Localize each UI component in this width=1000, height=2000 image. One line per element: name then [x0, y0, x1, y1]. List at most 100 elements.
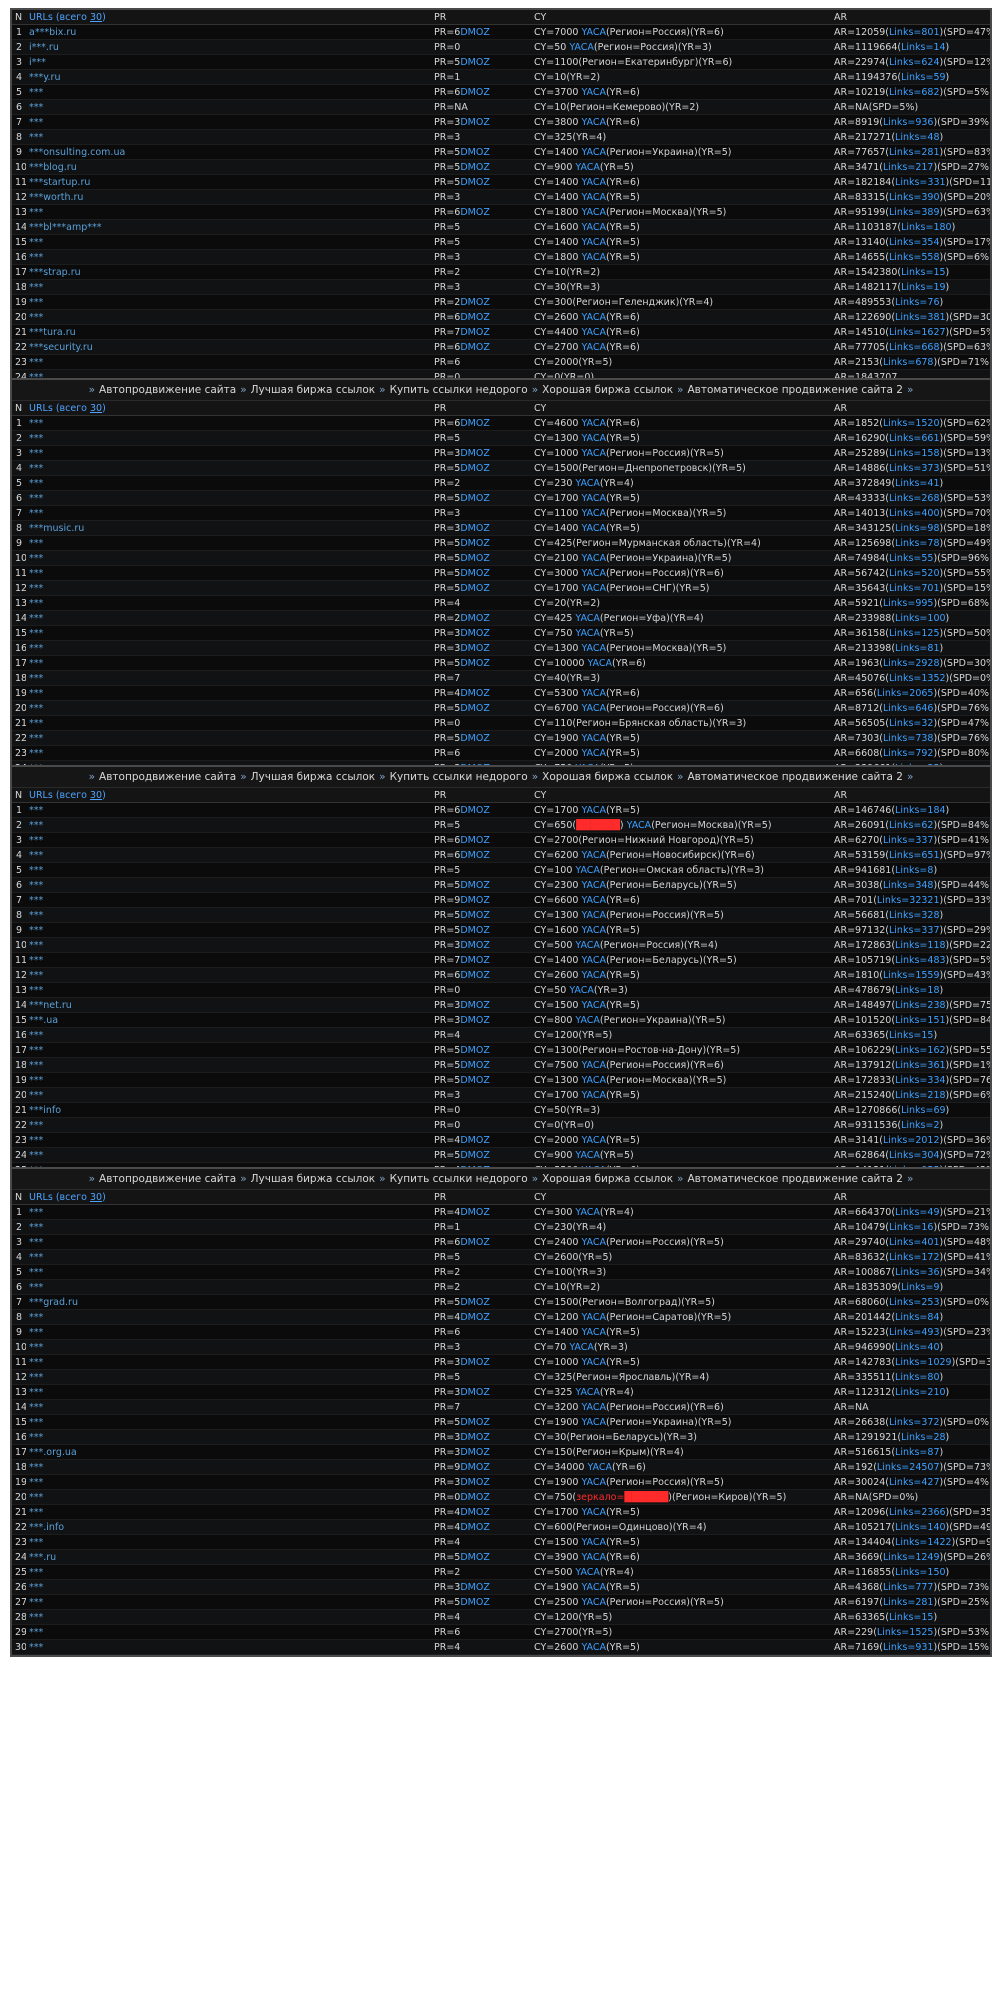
url-cell[interactable]: ***: [26, 475, 431, 491]
links-count[interactable]: Links=2928: [883, 658, 940, 669]
site-url-link[interactable]: ***: [29, 1222, 43, 1233]
links-count[interactable]: Links=24507: [877, 1462, 940, 1473]
site-url-link[interactable]: ***: [29, 910, 43, 921]
url-cell[interactable]: ***: [26, 1429, 431, 1445]
url-cell[interactable]: ***: [26, 700, 431, 716]
links-count[interactable]: Links=646: [883, 703, 934, 714]
links-count[interactable]: Links=331: [895, 177, 946, 188]
col-header-urls[interactable]: URLs (всего 30): [26, 10, 431, 25]
site-url-link[interactable]: ***: [29, 1252, 43, 1263]
url-cell[interactable]: ***worth.ru: [26, 189, 431, 205]
url-cell[interactable]: ***: [26, 430, 431, 446]
site-url-link[interactable]: ***: [29, 1612, 43, 1623]
url-cell[interactable]: ***: [26, 1474, 431, 1490]
links-count[interactable]: Links=15: [901, 267, 945, 278]
url-cell[interactable]: ***grad.ru: [26, 1294, 431, 1310]
site-url-link[interactable]: ***music.ru: [29, 523, 84, 534]
url-cell[interactable]: ***: [26, 1609, 431, 1625]
site-url-link[interactable]: ***: [29, 568, 43, 579]
links-count[interactable]: Links=184: [895, 805, 946, 816]
links-count[interactable]: Links=931: [883, 1642, 934, 1653]
links-count[interactable]: Links=9: [901, 1282, 939, 1293]
site-url-link[interactable]: ***: [29, 1372, 43, 1383]
url-cell[interactable]: ***: [26, 460, 431, 476]
links-count[interactable]: Links=55: [889, 553, 933, 564]
links-count[interactable]: Links=32321: [877, 895, 940, 906]
links-count[interactable]: Links=493: [889, 1327, 940, 1338]
url-cell[interactable]: ***music.ru: [26, 520, 431, 536]
url-cell[interactable]: ***strap.ru: [26, 264, 431, 280]
urls-count-link[interactable]: 30: [90, 790, 102, 801]
url-cell[interactable]: ***: [26, 415, 431, 431]
links-count[interactable]: Links=8: [895, 865, 933, 876]
site-url-link[interactable]: ***: [29, 1462, 43, 1473]
site-url-link[interactable]: ***: [29, 1417, 43, 1428]
url-cell[interactable]: ***: [26, 249, 431, 265]
site-url-link[interactable]: ***: [29, 1582, 43, 1593]
site-url-link[interactable]: ***: [29, 87, 43, 98]
url-cell[interactable]: ***: [26, 862, 431, 878]
url-cell[interactable]: ***: [26, 1324, 431, 1340]
links-count[interactable]: Links=1422: [895, 1537, 952, 1548]
url-cell[interactable]: ***: [26, 1057, 431, 1073]
site-url-link[interactable]: ***info: [29, 1105, 61, 1116]
site-url-link[interactable]: ***blog.ru: [29, 162, 77, 173]
site-url-link[interactable]: ***: [29, 733, 43, 744]
site-url-link[interactable]: ***tura.ru: [29, 327, 76, 338]
col-header-urls[interactable]: URLs (всего 30): [26, 401, 431, 416]
url-cell[interactable]: ***: [26, 99, 431, 115]
links-count[interactable]: Links=172: [889, 1252, 940, 1263]
links-count[interactable]: Links=118: [895, 940, 946, 951]
url-cell[interactable]: ***bl***amp***: [26, 219, 431, 235]
links-count[interactable]: Links=682: [889, 87, 940, 98]
links-count[interactable]: Links=337: [883, 835, 934, 846]
links-count[interactable]: Links=624: [889, 57, 940, 68]
site-url-link[interactable]: ***: [29, 880, 43, 891]
url-cell[interactable]: ***blog.ru: [26, 159, 431, 175]
site-url-link[interactable]: ***: [29, 418, 43, 429]
nav-link[interactable]: Купить ссылки недорого: [390, 771, 528, 783]
site-url-link[interactable]: ***y.ru: [29, 72, 60, 83]
links-count[interactable]: Links=62: [889, 820, 933, 831]
links-count[interactable]: Links=483: [895, 955, 946, 966]
url-cell[interactable]: ***: [26, 1117, 431, 1133]
site-url-link[interactable]: ***: [29, 1045, 43, 1056]
url-cell[interactable]: ***: [26, 1504, 431, 1520]
url-cell[interactable]: ***: [26, 1219, 431, 1235]
site-url-link[interactable]: ***: [29, 1597, 43, 1608]
links-count[interactable]: Links=59: [901, 72, 945, 83]
site-url-link[interactable]: ***: [29, 1135, 43, 1146]
site-url-link[interactable]: ***: [29, 1120, 43, 1131]
site-url-link[interactable]: ***: [29, 583, 43, 594]
url-cell[interactable]: ***net.ru: [26, 997, 431, 1013]
site-url-link[interactable]: ***bl***amp***: [29, 222, 102, 233]
links-count[interactable]: Links=125: [889, 628, 940, 639]
site-url-link[interactable]: ***: [29, 1207, 43, 1218]
links-count[interactable]: Links=78: [895, 538, 939, 549]
links-count[interactable]: Links=427: [889, 1477, 940, 1488]
site-url-link[interactable]: ***: [29, 925, 43, 936]
nav-link[interactable]: Хорошая биржа ссылок: [542, 1173, 673, 1185]
urls-count-link[interactable]: 30: [90, 1192, 102, 1203]
links-count[interactable]: Links=15: [889, 1030, 933, 1041]
links-count[interactable]: Links=81: [895, 643, 939, 654]
site-url-link[interactable]: ***onsulting.com.ua: [29, 147, 125, 158]
url-cell[interactable]: ***startup.ru: [26, 174, 431, 190]
site-url-link[interactable]: ***: [29, 1030, 43, 1041]
site-url-link[interactable]: ***: [29, 805, 43, 816]
site-url-link[interactable]: ***: [29, 895, 43, 906]
site-url-link[interactable]: ***: [29, 508, 43, 519]
url-cell[interactable]: ***: [26, 1624, 431, 1640]
url-cell[interactable]: ***: [26, 1309, 431, 1325]
links-count[interactable]: Links=801: [889, 27, 940, 38]
site-url-link[interactable]: ***: [29, 207, 43, 218]
url-cell[interactable]: ***: [26, 802, 431, 818]
links-count[interactable]: Links=373: [889, 463, 940, 474]
links-count[interactable]: Links=16: [889, 1222, 933, 1233]
nav-link[interactable]: Хорошая биржа ссылок: [542, 384, 673, 396]
links-count[interactable]: Links=1627: [889, 327, 946, 338]
links-count[interactable]: Links=36: [895, 1267, 939, 1278]
site-url-link[interactable]: ***: [29, 1642, 43, 1653]
url-cell[interactable]: a***bix.ru: [26, 24, 431, 40]
site-url-link[interactable]: a***bix.ru: [29, 27, 76, 38]
